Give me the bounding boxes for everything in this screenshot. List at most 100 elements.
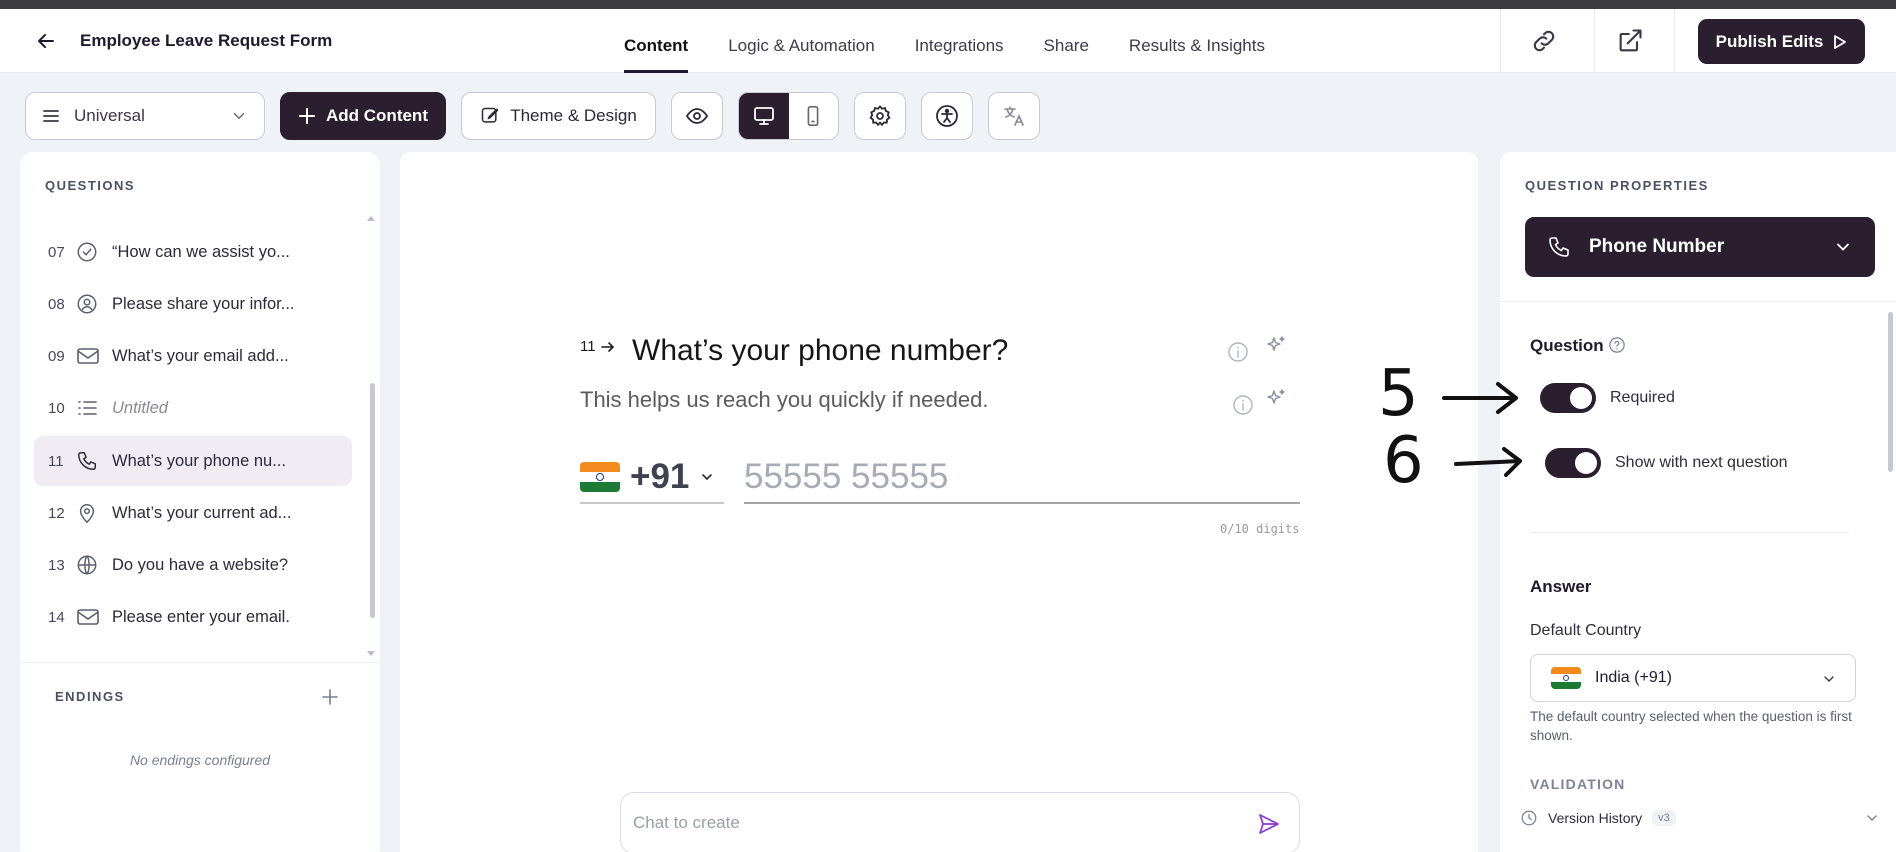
add-content-button[interactable]: Add Content <box>280 92 446 140</box>
menu-lines-icon <box>43 110 59 122</box>
version-history-bar[interactable]: Version History v3 <box>1520 804 1896 832</box>
question-item[interactable]: 10 Untitled <box>34 383 352 433</box>
question-text: What’s your current ad... <box>112 503 292 522</box>
location-pin-icon <box>76 501 106 525</box>
show-with-next-toggle[interactable] <box>1545 448 1601 478</box>
mail-icon <box>76 344 106 368</box>
question-title[interactable]: What’s your phone number? <box>632 334 1008 368</box>
publish-label: Publish Edits <box>1715 31 1824 51</box>
question-text: What’s your email add... <box>112 346 289 365</box>
question-type-value: Phone Number <box>1589 236 1725 257</box>
accessibility-button[interactable] <box>921 92 973 140</box>
question-type-select[interactable]: Phone Number <box>1525 217 1875 277</box>
sparkle-icon[interactable] <box>1264 387 1288 411</box>
settings-button[interactable] <box>854 92 906 140</box>
default-country-select[interactable]: India (+91) <box>1530 654 1856 702</box>
default-country-value: India (+91) <box>1595 669 1672 686</box>
tab-content[interactable]: Content <box>624 9 689 73</box>
add-ending-plus-icon[interactable] <box>320 687 340 707</box>
desktop-view-button[interactable] <box>739 93 789 139</box>
scroll-up-icon[interactable] <box>366 214 376 222</box>
paint-brush-icon <box>481 107 499 123</box>
preview-button[interactable] <box>671 92 723 140</box>
user-circle-icon <box>76 292 106 316</box>
list-icon <box>76 396 106 420</box>
top-strip <box>0 0 1896 9</box>
send-icon[interactable] <box>1257 812 1281 836</box>
chevron-down-icon <box>702 474 713 481</box>
chevron-down-icon <box>233 113 245 120</box>
sparkle-icon[interactable] <box>1264 334 1288 358</box>
question-item[interactable]: 13 Do you have a website? <box>34 540 352 590</box>
section-divider <box>1530 532 1850 533</box>
phone-icon <box>1549 237 1569 257</box>
chevron-down-icon <box>1837 243 1849 251</box>
tab-results-insights[interactable]: Results & Insights <box>1129 9 1265 73</box>
info-icon[interactable] <box>1226 340 1250 364</box>
question-text: Please enter your email. <box>112 607 290 626</box>
scroll-down-icon[interactable] <box>366 650 376 658</box>
country-code-select[interactable]: +91 <box>580 452 724 504</box>
view-select-dropdown[interactable]: Universal <box>25 92 265 140</box>
india-flag-icon <box>580 462 620 492</box>
annotation-arrow-icon <box>1442 382 1518 414</box>
tab-share[interactable]: Share <box>1044 9 1089 73</box>
app-header: Employee Leave Request Form Content Logi… <box>0 9 1896 73</box>
header-divider <box>1674 9 1675 73</box>
question-number: 09 <box>48 347 65 365</box>
view-select-value: Universal <box>74 106 145 125</box>
no-endings-message: No endings configured <box>129 752 271 768</box>
properties-scrollbar[interactable] <box>1888 312 1893 472</box>
phone-number-input[interactable]: 55555 55555 <box>744 452 1300 504</box>
questions-heading: QUESTIONS <box>45 178 136 193</box>
validation-heading: VALIDATION <box>1530 776 1626 792</box>
theme-design-button[interactable]: Theme & Design <box>461 92 656 140</box>
header-divider <box>1500 9 1501 73</box>
annotation-number-6: 6 <box>1383 424 1424 498</box>
question-item-selected[interactable]: 11 What’s your phone nu... <box>34 436 352 486</box>
country-code-value: +91 <box>630 457 690 496</box>
question-index: 11 <box>580 338 616 355</box>
tab-logic-automation[interactable]: Logic & Automation <box>728 9 874 73</box>
tab-integrations[interactable]: Integrations <box>915 9 1004 73</box>
publish-edits-button[interactable]: Publish Edits <box>1698 19 1865 64</box>
chat-to-create-input[interactable]: Chat to create <box>620 792 1300 852</box>
question-item[interactable]: 09 What’s your email add... <box>34 331 352 381</box>
question-index-number: 11 <box>580 338 596 355</box>
add-content-label: Add Content <box>326 106 428 125</box>
question-item[interactable]: 07 “How can we assist yo... <box>34 227 352 277</box>
phone-icon <box>76 449 106 473</box>
check-circle-icon <box>76 240 106 264</box>
accessibility-icon <box>936 105 958 127</box>
default-country-label: Default Country <box>1530 622 1642 639</box>
link-icon[interactable] <box>1530 27 1558 55</box>
india-flag-icon <box>1551 667 1581 689</box>
question-item[interactable]: 14 Please enter your email. <box>34 592 352 642</box>
play-icon <box>1834 34 1847 49</box>
form-title: Employee Leave Request Form <box>80 31 333 50</box>
info-icon[interactable] <box>1231 393 1255 417</box>
default-country-help: The default country selected when the qu… <box>1530 709 1852 743</box>
open-external-icon[interactable] <box>1616 27 1644 55</box>
theme-design-label: Theme & Design <box>510 106 637 125</box>
digit-counter: 0/10 digits <box>1220 522 1300 536</box>
question-number: 14 <box>48 608 65 626</box>
question-subtitle[interactable]: This helps us reach you quickly if neede… <box>580 387 988 413</box>
question-text: What’s your phone nu... <box>112 451 286 470</box>
translate-button[interactable] <box>988 92 1040 140</box>
annotation-number-5: 5 <box>1378 357 1419 431</box>
answer-section-heading: Answer <box>1530 577 1592 596</box>
endings-heading: ENDINGS <box>55 689 125 704</box>
questions-scrollbar[interactable] <box>370 383 375 618</box>
question-item[interactable]: 12 What’s your current ad... <box>34 488 352 538</box>
help-circle-icon[interactable] <box>1608 336 1626 354</box>
chevron-down-icon <box>1867 815 1877 821</box>
back-arrow-icon[interactable] <box>34 29 58 53</box>
properties-heading: QUESTION PROPERTIES <box>1525 178 1709 193</box>
question-item[interactable]: 08 Please share your infor... <box>34 279 352 329</box>
show-with-next-label: Show with next question <box>1615 454 1788 471</box>
required-toggle[interactable] <box>1540 383 1596 413</box>
annotation-arrow-icon <box>1454 447 1522 477</box>
device-toggle-group <box>738 92 839 140</box>
mobile-view-button[interactable] <box>789 93 839 139</box>
